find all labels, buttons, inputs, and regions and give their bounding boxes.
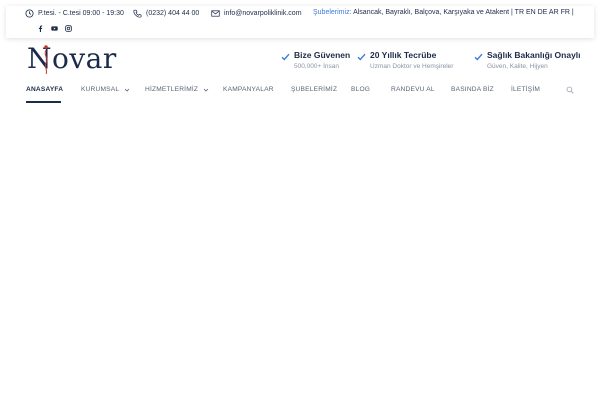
chevron-down-icon — [124, 88, 130, 92]
phone-link[interactable]: (0232) 404 44 00 — [133, 9, 199, 18]
main-content-area — [0, 105, 600, 400]
feature-title: 20 Yıllık Tecrübe — [370, 50, 437, 60]
feature-subtitle: Uzman Doktor ve Hemşireler — [370, 63, 454, 70]
check-icon — [281, 53, 290, 61]
clock-icon — [25, 9, 34, 18]
check-icon — [474, 53, 483, 61]
top-info-bar: P.tesi. - C.tesi 09:00 - 19:30 (0232) 40… — [6, 6, 594, 38]
branches-label: Şubelerimiz: — [313, 9, 352, 16]
email-text[interactable]: info@novarpoliklinik.com — [224, 10, 302, 17]
search-icon[interactable] — [566, 86, 574, 94]
nav-item-label: BLOG — [351, 86, 371, 93]
nav-item-iletisim[interactable]: İLETİŞİM — [511, 86, 540, 93]
nav-item-hizmetlerimiz[interactable]: HİZMETLERİMİZ — [145, 86, 209, 93]
branches-list[interactable]: Alsancak, Bayraklı, Balçova, Karşıyaka v… — [352, 9, 574, 16]
chevron-down-icon — [203, 88, 209, 92]
nav-item-subelerimiz[interactable]: ŞUBELERİMİZ — [291, 86, 337, 93]
nav-item-blog[interactable]: BLOG — [351, 86, 370, 93]
logo-figure-icon — [44, 45, 48, 75]
nav-item-label: ŞUBELERİMİZ — [291, 86, 338, 93]
nav-item-kampanyalar[interactable]: KAMPANYALAR — [223, 86, 274, 93]
mail-icon — [211, 10, 220, 17]
opening-hours: P.tesi. - C.tesi 09:00 - 19:30 — [25, 9, 124, 18]
phone-icon — [133, 9, 142, 18]
feature-subtitle: Güven, Kalite, Hijyen — [487, 63, 548, 70]
youtube-icon[interactable] — [51, 24, 58, 33]
nav-item-label: KURUMSAL — [81, 86, 120, 93]
email-link[interactable]: info@novarpoliklinik.com — [211, 9, 302, 18]
nav-item-randevu-al[interactable]: RANDEVU AL — [391, 86, 435, 93]
nav-item-label: RANDEVU AL — [391, 86, 435, 93]
instagram-icon[interactable] — [65, 24, 72, 33]
social-links — [37, 24, 72, 33]
opening-hours-text: P.tesi. - C.tesi 09:00 - 19:30 — [38, 10, 124, 17]
nav-item-kurumsal[interactable]: KURUMSAL — [81, 86, 130, 93]
check-icon — [357, 53, 366, 61]
feature-title: Sağlık Bakanlığı Onaylı — [487, 50, 581, 60]
active-nav-underline — [26, 101, 61, 103]
nav-item-label: İLETİŞİM — [511, 86, 541, 93]
nav-item-label: ANASAYFA — [26, 86, 64, 93]
nav-item-label: KAMPANYALAR — [223, 86, 274, 93]
feature-subtitle: 500,000+ İnsan — [294, 63, 339, 70]
nav-item-label: BASINDA BİZ — [451, 86, 494, 93]
phone-text[interactable]: (0232) 404 44 00 — [146, 10, 199, 17]
nav-item-label: HİZMETLERİMİZ — [145, 86, 199, 93]
feature-title: Bize Güvenen — [294, 50, 351, 60]
branches-info: Şubelerimiz: Alsancak, Bayraklı, Balçova… — [313, 9, 574, 16]
site-logo[interactable]: Novar — [27, 42, 116, 76]
facebook-icon[interactable] — [37, 24, 44, 33]
nav-item-anasayfa[interactable]: ANASAYFA — [26, 86, 63, 93]
nav-item-basinda-biz[interactable]: BASINDA BİZ — [451, 86, 494, 93]
